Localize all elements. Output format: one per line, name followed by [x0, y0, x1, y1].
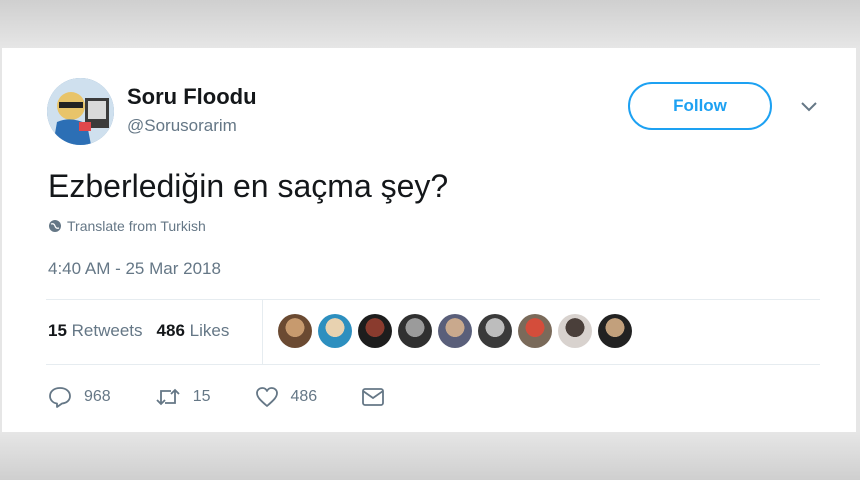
- tweet-timestamp[interactable]: 4:40 AM - 25 Mar 2018: [48, 259, 221, 279]
- follow-button[interactable]: Follow: [628, 82, 772, 130]
- retweets-count: 15: [48, 321, 67, 340]
- likes-label: Likes: [189, 321, 230, 340]
- tweet-stats: 15 Retweets 486 Likes: [48, 321, 229, 341]
- divider-bottom: [46, 364, 820, 365]
- retweet-icon: [156, 388, 180, 406]
- direct-message-button[interactable]: [361, 387, 397, 407]
- liker-avatar[interactable]: [478, 314, 512, 348]
- user-display-name[interactable]: Soru Floodu: [127, 84, 257, 110]
- liker-avatar[interactable]: [558, 314, 592, 348]
- tweet-card: Soru Floodu @Sorusorarim Follow Ezberled…: [2, 48, 856, 432]
- like-button[interactable]: 486: [255, 386, 318, 408]
- liker-avatar[interactable]: [518, 314, 552, 348]
- translate-link[interactable]: Translate from Turkish: [48, 218, 206, 234]
- reply-icon: [49, 387, 71, 408]
- heart-icon: [255, 387, 278, 407]
- avatar[interactable]: [47, 78, 114, 145]
- liker-avatar[interactable]: [398, 314, 432, 348]
- liker-avatar[interactable]: [358, 314, 392, 348]
- liker-avatar[interactable]: [278, 314, 312, 348]
- chevron-down-icon[interactable]: [799, 100, 819, 114]
- like-count: 486: [290, 388, 318, 405]
- reply-button[interactable]: 968: [48, 386, 111, 408]
- envelope-icon: [362, 388, 385, 406]
- retweet-button[interactable]: 15: [155, 386, 211, 408]
- tweet-text: Ezberlediğin en saçma şey?: [48, 168, 449, 204]
- translate-label[interactable]: Translate from Turkish: [67, 218, 206, 234]
- retweets-label: Retweets: [71, 321, 143, 340]
- liker-avatars: [278, 314, 632, 348]
- likes-stat[interactable]: 486 Likes: [157, 321, 230, 341]
- divider-top: [46, 299, 820, 300]
- likes-count: 486: [156, 321, 185, 340]
- reply-count: 968: [84, 388, 111, 405]
- liker-avatar[interactable]: [598, 314, 632, 348]
- tweet-actions: 968 15 486: [48, 382, 441, 412]
- stats-separator: [262, 300, 263, 364]
- liker-avatar[interactable]: [318, 314, 352, 348]
- retweets-stat[interactable]: 15 Retweets: [48, 321, 143, 341]
- retweet-count: 15: [192, 388, 211, 405]
- user-handle[interactable]: @Sorusorarim: [127, 116, 237, 136]
- liker-avatar[interactable]: [438, 314, 472, 348]
- globe-icon: [49, 220, 61, 232]
